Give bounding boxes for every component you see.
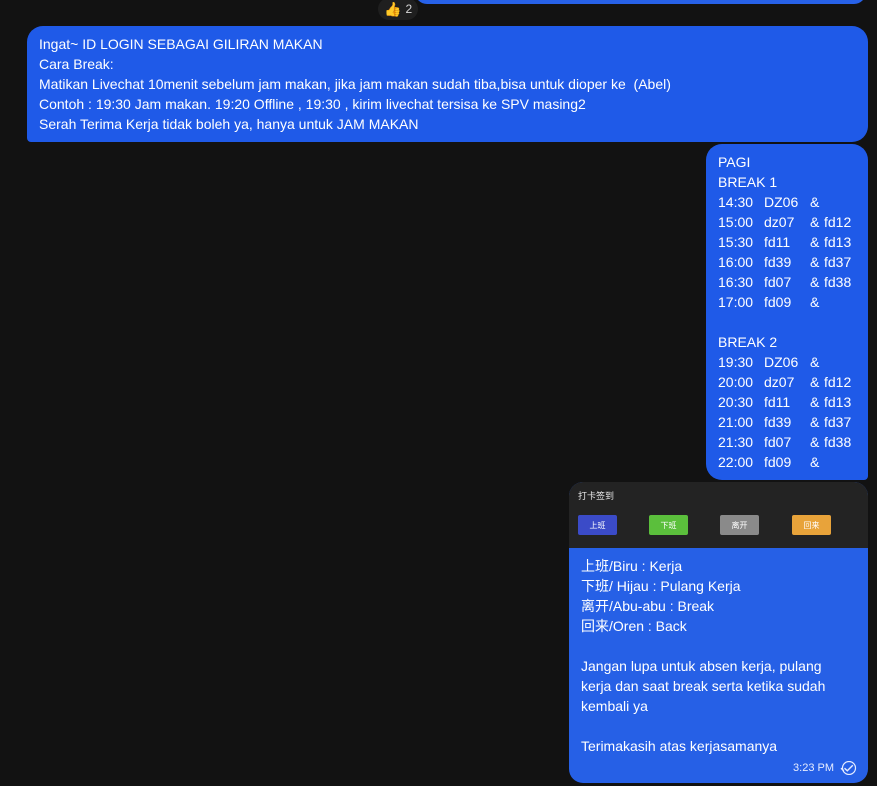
- return-button[interactable]: 回来: [792, 515, 831, 535]
- reminder-line: kembali ya: [581, 698, 648, 714]
- schedule-row: 15:00 dz07 & fd12: [718, 212, 856, 232]
- slot-id-b: fd13: [824, 394, 852, 410]
- slot-id-b: fd12: [824, 214, 852, 230]
- slot-separator: &: [810, 234, 820, 250]
- schedule-message-bubble[interactable]: PAGI BREAK 1 14:30 DZ06 & 15:00 dz07 & fd12 15:…: [706, 144, 868, 480]
- slot-time: 21:30: [718, 434, 754, 450]
- slot-id-a: fd09: [764, 294, 792, 310]
- slot-time: 14:30: [718, 194, 754, 210]
- slot-separator: &: [810, 274, 820, 290]
- attendance-card-header: 打卡签到 上班 下班 离开 回来: [569, 482, 868, 548]
- slot-time: 15:30: [718, 234, 754, 250]
- slot-id-a: fd39: [764, 254, 792, 270]
- message-line: Serah Terima Kerja tidak boleh ya, hanya…: [39, 116, 419, 132]
- double-check-icon: [840, 761, 857, 775]
- slot-separator: &: [810, 394, 820, 410]
- slot-id-b: fd38: [824, 274, 852, 290]
- schedule-row: 15:30 fd11 & fd13: [718, 232, 856, 252]
- slot-separator: &: [810, 254, 820, 270]
- slot-id-a: fd07: [764, 274, 792, 290]
- slot-separator: &: [810, 454, 820, 470]
- message-meta: 3:23 PM: [793, 761, 858, 775]
- reaction-count: 2: [405, 2, 413, 16]
- slot-id-a: fd09: [764, 454, 792, 470]
- slot-time: 15:00: [718, 214, 754, 230]
- schedule-row: 20:30 fd11 & fd13: [718, 392, 856, 412]
- schedule-row: 14:30 DZ06 &: [718, 192, 856, 212]
- attendance-card-message[interactable]: 打卡签到 上班 下班 离开 回来 上班/Biru : Kerja 下班/ Hij…: [569, 482, 868, 783]
- slot-separator: &: [810, 434, 820, 450]
- slot-id-a: DZ06: [764, 194, 799, 210]
- clock-out-button[interactable]: 下班: [649, 515, 688, 535]
- schedule-row: 21:00 fd39 & fd37: [718, 412, 856, 432]
- slot-time: 20:00: [718, 374, 754, 390]
- slot-id-a: dz07: [764, 214, 795, 230]
- schedule-row: 16:00 fd39 & fd37: [718, 252, 856, 272]
- message-line: Cara Break:: [39, 56, 114, 72]
- attendance-card-body: 上班/Biru : Kerja 下班/ Hijau : Pulang Kerja…: [569, 548, 868, 764]
- slot-separator: &: [810, 414, 820, 430]
- message-time: 3:23 PM: [793, 762, 834, 774]
- break2-list: 19:30 DZ06 & 20:00 dz07 & fd12 20:30 fd11 & fd13 21…: [718, 352, 856, 472]
- slot-id-a: fd11: [764, 234, 791, 250]
- slot-id-b: fd37: [824, 254, 852, 270]
- slot-time: 16:30: [718, 274, 754, 290]
- slot-id-a: fd07: [764, 434, 792, 450]
- chat-view: 👍 2 Ingat~ ID LOGIN SEBAGAI GILIRAN MAKA…: [0, 0, 877, 786]
- slot-id-a: fd11: [764, 394, 791, 410]
- slot-time: 20:30: [718, 394, 754, 410]
- thumbs-up-icon: 👍: [384, 1, 402, 17]
- leave-button[interactable]: 离开: [720, 515, 759, 535]
- slot-id-b: fd38: [824, 434, 852, 450]
- slot-id-b: fd12: [824, 374, 852, 390]
- previous-message-bubble[interactable]: [415, 0, 866, 4]
- reaction-badge[interactable]: 👍 2: [378, 0, 419, 20]
- reminder-line: Jangan lupa untuk absen kerja, pulang: [581, 658, 822, 674]
- message-line: Matikan Livechat 10menit sebelum jam mak…: [39, 76, 671, 92]
- card-title: 打卡签到: [578, 491, 615, 501]
- slot-separator: &: [810, 214, 820, 230]
- rules-message-bubble[interactable]: Ingat~ ID LOGIN SEBAGAI GILIRAN MAKAN Ca…: [27, 26, 868, 142]
- slot-id-b: fd37: [824, 414, 852, 430]
- schedule-row: 16:30 fd07 & fd38: [718, 272, 856, 292]
- message-line: Contoh : 19:30 Jam makan. 19:20 Offline …: [39, 96, 586, 112]
- break2-label: BREAK 2: [718, 334, 778, 350]
- slot-id-b: fd13: [824, 234, 852, 250]
- slot-separator: &: [810, 374, 820, 390]
- legend-line: 上班/Biru : Kerja: [581, 558, 683, 574]
- slot-separator: &: [810, 294, 820, 310]
- slot-separator: &: [810, 354, 820, 370]
- slot-time: 21:00: [718, 414, 754, 430]
- slot-time: 22:00: [718, 454, 754, 470]
- legend-line: 下班/ Hijau : Pulang Kerja: [581, 578, 741, 594]
- reminder-line: kerja dan saat break serta ketika sudah: [581, 678, 826, 694]
- slot-id-a: fd39: [764, 414, 792, 430]
- legend-line: 回来/Oren : Back: [581, 618, 687, 634]
- slot-id-a: dz07: [764, 374, 795, 390]
- slot-id-a: DZ06: [764, 354, 799, 370]
- thanks-line: Terimakasih atas kerjasamanya: [581, 738, 778, 754]
- break1-label: BREAK 1: [718, 174, 778, 190]
- clock-in-button[interactable]: 上班: [578, 515, 617, 535]
- slot-time: 19:30: [718, 354, 754, 370]
- slot-time: 16:00: [718, 254, 754, 270]
- break1-list: 14:30 DZ06 & 15:00 dz07 & fd12 15:30 fd11 & fd13 16…: [718, 192, 856, 312]
- slot-time: 17:00: [718, 294, 754, 310]
- slot-separator: &: [810, 194, 820, 210]
- schedule-row: 22:00 fd09 &: [718, 452, 856, 472]
- schedule-row: 17:00 fd09 &: [718, 292, 856, 312]
- schedule-row: 21:30 fd07 & fd38: [718, 432, 856, 452]
- schedule-row: 20:00 dz07 & fd12: [718, 372, 856, 392]
- schedule-row: 19:30 DZ06 &: [718, 352, 856, 372]
- message-line: Ingat~ ID LOGIN SEBAGAI GILIRAN MAKAN: [39, 36, 323, 52]
- schedule-title: PAGI: [718, 154, 751, 170]
- legend-line: 离开/Abu-abu : Break: [581, 598, 715, 614]
